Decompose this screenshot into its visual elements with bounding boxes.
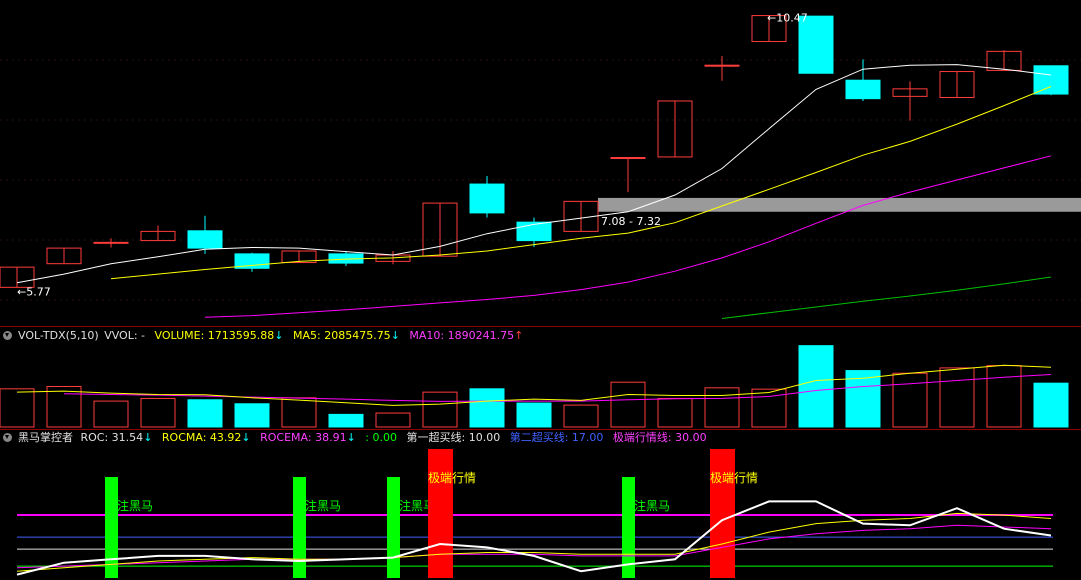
high-price-label: ←10.47 [767,12,808,25]
price-band-label: 7.08 - 7.32 [601,215,661,228]
roc-value: ROC: 31.54 [80,431,144,444]
candle-down [516,221,552,242]
volume-arrow-icon: ↓ [274,329,284,342]
volume-bar-up [892,372,928,428]
candle-up [93,241,129,244]
rocema-line [16,524,1052,569]
extreme-market-label: 极端行情 [428,471,476,485]
watch-dark-horse-label: 关注黑马 [387,498,435,513]
ma5-value: MA5: 2085475.75 [292,329,391,342]
overbought-line-2-value: 第二超买线: 17.00 [509,431,604,444]
ma10-value: MA10: 1890241.75 [409,329,515,342]
ma-line-white [16,64,1052,284]
candle-up [704,64,740,67]
volume-bar-up [657,397,693,428]
volume-bar-up [610,381,646,428]
signal-bar-red [428,449,453,578]
candle-down [187,230,223,249]
signal-bar-green [293,477,306,578]
volume-bar-down [1033,382,1069,428]
volume-bar-up [46,385,82,428]
indicator-menu-icon[interactable] [3,433,12,442]
rocema-arrow-icon: ↓ [346,431,356,444]
candle-up [610,157,646,160]
overbought-line-1-value: 第一超买线: 10.00 [406,431,501,444]
volume-bar-up [704,387,740,428]
volume-bar-up [563,404,599,428]
candle-down [469,183,505,214]
price-band [598,197,1081,212]
signal-bar-red [710,449,735,578]
volume-bar-down [234,403,270,428]
volume-ma10-line [63,374,1052,402]
indicator-chart[interactable]: 关注黑马 关注黑马 关注黑马 关注黑马 极端行情 极端行情 [0,429,1081,580]
volume-bar-down [798,345,834,428]
ma-line-green [721,276,1052,319]
price-chart-pane[interactable]: 7.08 - 7.32 ←10.47 ←5.77 [0,0,1081,326]
roc-line [16,500,1052,576]
rocma-arrow-icon: ↓ [241,431,251,444]
candle-down [845,79,881,100]
watch-dark-horse-label: 关注黑马 [105,498,153,513]
candle-down [1033,65,1069,95]
indicator-header: 黑马掌控者 ROC: 31.54↓ ROCMA: 43.92↓ ROCEMA: … [0,429,713,447]
volume-bar-up [93,400,129,428]
watch-dark-horse-label: 关注黑马 [622,498,670,513]
candle-down [798,15,834,74]
volume-value: VOLUME: 1713595.88 [154,329,275,342]
ma5-arrow-icon: ↓ [390,329,400,342]
volume-bar-up [939,367,975,428]
volume-bar-down [469,388,505,428]
ma10-arrow-icon: ↑ [514,329,524,342]
roc-arrow-icon: ↓ [143,431,153,444]
indicator-name[interactable]: 黑马掌控者 [18,431,73,444]
volume-indicator-name[interactable]: VOL-TDX(5,10) [18,329,99,342]
volume-bar-down [328,413,364,428]
volume-bar-up [422,391,458,428]
rocma-value: ROCMA: 43.92 [161,431,242,444]
rocema-value: ROCEMA: 38.91 [260,431,347,444]
volume-bar-up [986,365,1022,428]
volume-bar-down [516,402,552,428]
zero-line-value: : 0.00 [365,431,397,444]
volume-pane[interactable]: VOL-TDX(5,10) VVOL: - VOLUME: 1713595.88… [0,326,1081,429]
volume-ma5-line [16,364,1052,406]
watch-dark-horse-label: 关注黑马 [293,498,341,513]
low-price-label: ←5.77 [17,285,51,298]
extreme-market-label: 极端行情 [710,471,758,485]
indicator-pane[interactable]: 关注黑马 关注黑马 关注黑马 关注黑马 极端行情 极端行情 黑马掌控者 ROC: 31.5… [0,429,1081,580]
signal-bar-green [105,477,118,578]
vvol-label: VVOL: - [104,329,146,342]
volume-bar-up [0,388,35,428]
volume-header: VOL-TDX(5,10) VVOL: - VOLUME: 1713595.88… [0,327,529,345]
signal-bar-green [387,477,400,578]
extreme-line-value: 极端行情线: 30.00 [612,431,707,444]
volume-bar-down [187,399,223,428]
indicator-menu-icon[interactable] [3,331,12,340]
volume-bar-up [375,412,411,428]
price-chart[interactable]: 7.08 - 7.32 ←10.47 ←5.77 [0,0,1081,326]
volume-bar-up [140,397,176,428]
volume-bar-up [281,397,317,428]
